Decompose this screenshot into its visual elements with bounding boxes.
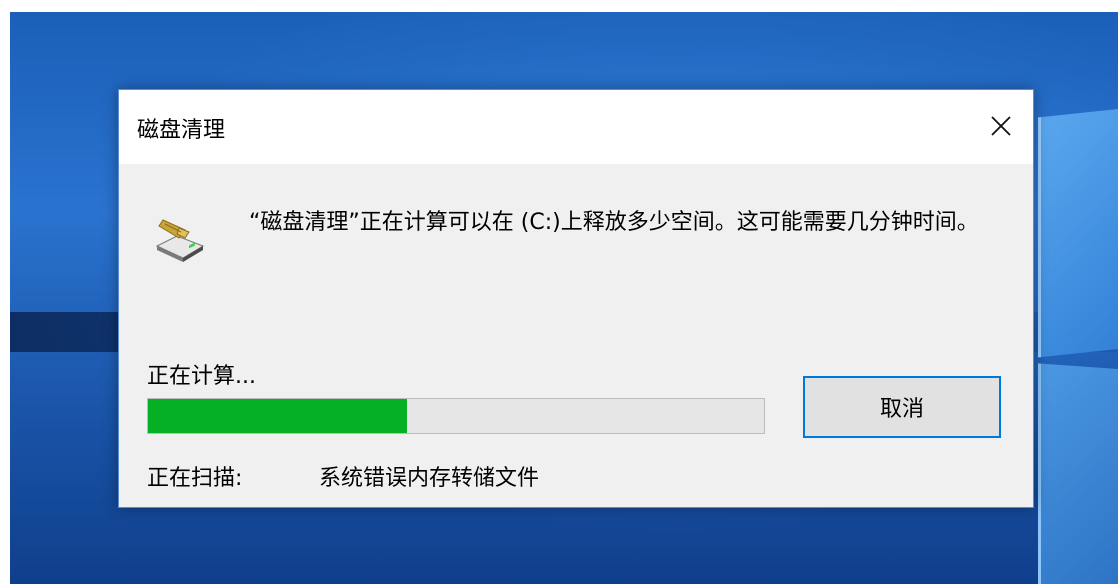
- dialog-title: 磁盘清理: [137, 118, 226, 143]
- status-message: “磁盘清理”正在计算可以在 (C:)上释放多少空间。这可能需要几分钟时间。: [249, 210, 979, 235]
- scan-item: 系统错误内存转储文件: [319, 466, 540, 491]
- close-button[interactable]: [979, 104, 1023, 148]
- progress-label: 正在计算...: [147, 364, 256, 389]
- wallpaper-window-pane: [1038, 106, 1118, 358]
- scan-label: 正在扫描:: [147, 466, 243, 491]
- disk-cleanup-icon: [155, 219, 205, 262]
- title-bar[interactable]: 磁盘清理: [119, 90, 1033, 164]
- close-icon: [991, 116, 1011, 136]
- wallpaper-window-pane: [1038, 363, 1118, 584]
- progress-bar: [147, 398, 765, 434]
- progress-bar-fill: [148, 399, 407, 433]
- disk-cleanup-dialog: 磁盘清理 “磁盘清理”正在计算可以在 (C:)上释放多少空间。这可能需要几分钟时…: [118, 89, 1034, 508]
- cancel-button[interactable]: 取消: [803, 376, 1001, 438]
